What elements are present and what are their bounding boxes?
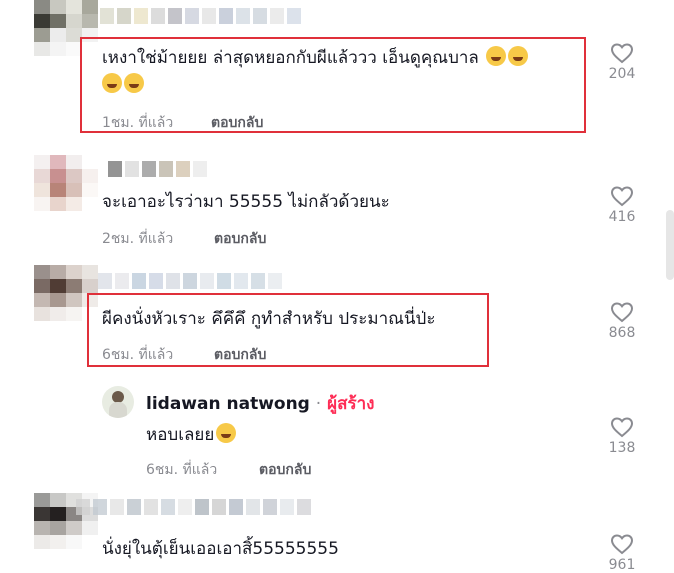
heart-icon — [610, 186, 634, 207]
reply-text-content: หอบเลยย — [146, 425, 215, 445]
creator-badge: ผู้สร้าง — [327, 394, 375, 414]
like-button[interactable]: 204 — [602, 42, 642, 82]
smiling-face-with-sweat-icon — [216, 423, 237, 443]
face-with-tears-of-joy-icon — [508, 46, 529, 66]
heart-icon — [610, 534, 634, 555]
like-count: 868 — [608, 325, 636, 341]
like-count: 204 — [608, 66, 636, 82]
comment-text-emoji-line — [102, 72, 144, 99]
reply-time: 6ชม. ที่แล้ว — [146, 462, 218, 478]
face-with-tears-of-joy-icon — [102, 73, 122, 93]
heart-icon — [610, 302, 634, 323]
creator-username[interactable]: lidawan natwong — [146, 394, 310, 414]
scrollbar[interactable] — [666, 210, 674, 280]
username-blurred[interactable] — [108, 161, 207, 177]
comment-item: ผีคงนั่งหัวเราะ คึคึคึ กูทำสำหรับ ประมาณ… — [0, 265, 674, 375]
comment-item: นั่งยุ่ในตุ้เย็นเออเอาสิ้55555555 961 — [0, 493, 674, 573]
comment-time: 2ชม. ที่แล้ว — [102, 231, 174, 247]
reply-button[interactable]: ตอบกลับ — [211, 112, 263, 134]
comment-time: 6ชม. ที่แล้ว — [102, 347, 174, 363]
like-count: 961 — [608, 557, 636, 573]
username-blurred[interactable] — [76, 499, 311, 515]
reply-text: หอบเลยย — [146, 422, 237, 449]
like-button[interactable]: 138 — [602, 416, 642, 456]
heart-icon — [610, 417, 634, 438]
like-count: 138 — [608, 440, 636, 456]
reply-button[interactable]: ตอบกลับ — [259, 459, 311, 481]
face-with-tears-of-joy-icon — [124, 73, 144, 93]
like-button[interactable]: 961 — [602, 533, 642, 573]
username-blurred[interactable] — [98, 273, 282, 289]
creator-reply-item: lidawan natwong · ผู้สร้าง หอบเลยย 6ชม. … — [0, 380, 674, 490]
like-button[interactable]: 416 — [602, 185, 642, 225]
username-blurred[interactable] — [100, 8, 301, 24]
separator: · — [315, 394, 322, 414]
face-with-tears-of-joy-icon — [486, 46, 507, 66]
reply-button[interactable]: ตอบกลับ — [214, 228, 266, 250]
creator-name-row: lidawan natwong · ผู้สร้าง — [146, 390, 374, 417]
comment-text: จะเอาอะไรว่ามา 55555 ไม่กลัวด้วยนะ — [102, 192, 390, 212]
avatar[interactable] — [34, 0, 98, 56]
reply-button[interactable]: ตอบกลับ — [214, 344, 266, 366]
creator-avatar[interactable] — [102, 386, 134, 418]
like-count: 416 — [608, 209, 636, 225]
avatar[interactable] — [34, 155, 98, 211]
comment-time: 1ชม. ที่แล้ว — [102, 115, 174, 131]
avatar[interactable] — [34, 265, 98, 321]
comment-text: เหงาใช่ม้ายยย ล่าสุดหยอกกับผีแล้ววว เอ็น… — [102, 45, 529, 72]
comment-text: นั่งยุ่ในตุ้เย็นเออเอาสิ้55555555 — [102, 539, 339, 559]
comment-text: ผีคงนั่งหัวเราะ คึคึคึ กูทำสำหรับ ประมาณ… — [102, 309, 436, 329]
like-button[interactable]: 868 — [602, 301, 642, 341]
comment-item: จะเอาอะไรว่ามา 55555 ไม่กลัวด้วยนะ 2ชม. … — [0, 155, 674, 255]
comment-text-line: เหงาใช่ม้ายยย ล่าสุดหยอกกับผีแล้ววว เอ็น… — [102, 48, 479, 68]
comment-item: เหงาใช่ม้ายยย ล่าสุดหยอกกับผีแล้ววว เอ็น… — [0, 0, 674, 140]
heart-icon — [610, 43, 634, 64]
